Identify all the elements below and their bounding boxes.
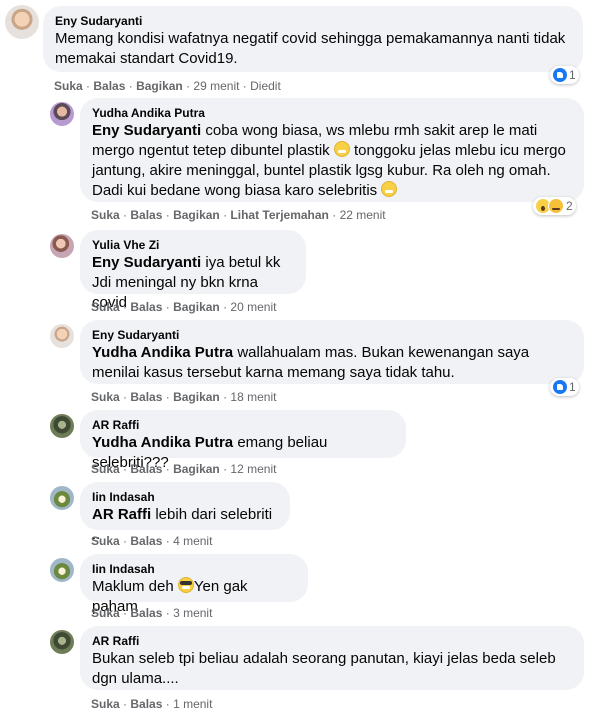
comment-actions: Suka · Balas · 1 menit bbox=[91, 697, 213, 711]
comment-actions: Suka · Balas · Bagikan · 12 menit bbox=[91, 462, 277, 476]
timestamp[interactable]: 20 menit bbox=[230, 300, 276, 314]
timestamp[interactable]: 18 menit bbox=[230, 390, 276, 404]
share-button[interactable]: Bagikan bbox=[136, 79, 183, 93]
share-button[interactable]: Bagikan bbox=[173, 300, 220, 314]
avatar[interactable] bbox=[50, 324, 74, 348]
mention-link[interactable]: Yudha Andika Putra bbox=[92, 344, 233, 361]
like-button[interactable]: Suka bbox=[91, 606, 120, 620]
like-icon bbox=[553, 68, 567, 82]
timestamp[interactable]: 4 menit bbox=[173, 534, 212, 548]
avatar[interactable] bbox=[5, 5, 39, 39]
reaction-count-value: 2 bbox=[566, 199, 573, 213]
reply-item: Yudha Andika Putra Eny Sudaryanti coba w… bbox=[0, 98, 602, 224]
reply-item: AR Raffi Yudha Andika Putra emang beliau… bbox=[0, 410, 602, 476]
comment-actions: Suka · Balas · Bagikan · Lihat Terjemaha… bbox=[91, 208, 386, 222]
grin-emoji-icon bbox=[333, 141, 350, 157]
avatar[interactable] bbox=[50, 102, 74, 126]
comment-text: Memang kondisi wafatnya negatif covid se… bbox=[55, 30, 566, 67]
reply-button[interactable]: Balas bbox=[130, 300, 162, 314]
commenter-name[interactable]: AR Raffi bbox=[92, 633, 572, 649]
comment-bubble: AR Raffi Yudha Andika Putra emang beliau… bbox=[80, 410, 406, 471]
reaction-count-value: 1 bbox=[569, 68, 576, 82]
timestamp[interactable]: 12 menit bbox=[230, 462, 276, 476]
reaction-count[interactable]: 2 bbox=[533, 197, 576, 215]
mention-link[interactable]: Yudha Andika Putra bbox=[92, 434, 233, 451]
avatar[interactable] bbox=[50, 558, 74, 582]
timestamp[interactable]: 1 menit bbox=[173, 697, 212, 711]
commenter-name[interactable]: Eny Sudaryanti bbox=[55, 13, 571, 29]
timestamp[interactable]: 29 menit bbox=[193, 79, 239, 93]
comment-bubble: Eny Sudaryanti Yudha Andika Putra wallah… bbox=[80, 320, 584, 384]
avatar[interactable] bbox=[50, 414, 74, 438]
reaction-count[interactable]: 1 bbox=[550, 378, 579, 396]
reply-button[interactable]: Balas bbox=[130, 390, 162, 404]
reply-button[interactable]: Balas bbox=[130, 606, 162, 620]
share-button[interactable]: Bagikan bbox=[173, 390, 220, 404]
like-button[interactable]: Suka bbox=[91, 390, 120, 404]
comment-actions: Suka · Balas · Bagikan · 18 menit bbox=[91, 390, 277, 404]
like-button[interactable]: Suka bbox=[54, 79, 83, 93]
mention-link[interactable]: Eny Sudaryanti bbox=[92, 254, 201, 271]
reply-item: Iin Indasah Maklum deh Yen gak paham Suk… bbox=[0, 554, 602, 620]
like-button[interactable]: Suka bbox=[91, 208, 120, 222]
comment-text: Eny Sudaryanti coba wong biasa, ws mlebu… bbox=[92, 122, 566, 199]
avatar[interactable] bbox=[50, 234, 74, 258]
share-button[interactable]: Bagikan bbox=[173, 462, 220, 476]
like-button[interactable]: Suka bbox=[91, 697, 120, 711]
reply-button[interactable]: Balas bbox=[130, 697, 162, 711]
reply-button[interactable]: Balas bbox=[130, 462, 162, 476]
sunglasses-emoji-icon bbox=[177, 577, 194, 593]
reply-item: AR Raffi Bukan seleb tpi beliau adalah s… bbox=[0, 626, 602, 714]
commenter-name[interactable]: Iin Indasah bbox=[92, 489, 278, 505]
reply-item: Yulia Vhe Zi Eny Sudaryanti iya betul kk… bbox=[0, 230, 602, 314]
timestamp[interactable]: 3 menit bbox=[173, 606, 212, 620]
comment-bubble: AR Raffi Bukan seleb tpi beliau adalah s… bbox=[80, 626, 584, 690]
timestamp[interactable]: 22 menit bbox=[340, 208, 386, 222]
comment-actions: Suka · Balas · Bagikan · 20 menit bbox=[91, 300, 277, 314]
see-translation-button[interactable]: Lihat Terjemahan bbox=[230, 208, 328, 222]
comment-text: Yudha Andika Putra wallahualam mas. Buka… bbox=[92, 344, 530, 381]
commenter-name[interactable]: Yudha Andika Putra bbox=[92, 105, 572, 121]
comment-bubble: Iin Indasah AR Raffi lebih dari selebrit… bbox=[80, 482, 290, 543]
comment-bubble: Yudha Andika Putra Eny Sudaryanti coba w… bbox=[80, 98, 584, 202]
share-button[interactable]: Bagikan bbox=[173, 208, 220, 222]
commenter-name[interactable]: Eny Sudaryanti bbox=[92, 327, 572, 343]
comment-text: Bukan seleb tpi beliau adalah seorang pa… bbox=[92, 650, 556, 687]
like-button[interactable]: Suka bbox=[91, 300, 120, 314]
reply-item: Iin Indasah AR Raffi lebih dari selebrit… bbox=[0, 482, 602, 548]
commenter-name[interactable]: Yulia Vhe Zi bbox=[92, 237, 294, 253]
comment-actions: Suka · Balas · Bagikan · 29 menit · Died… bbox=[54, 79, 281, 93]
mention-link[interactable]: AR Raffi bbox=[92, 506, 151, 523]
commenter-name[interactable]: Iin Indasah bbox=[92, 561, 296, 577]
grin-emoji-icon bbox=[381, 181, 398, 197]
like-button[interactable]: Suka bbox=[91, 462, 120, 476]
like-icon bbox=[553, 380, 567, 394]
reply-button[interactable]: Balas bbox=[130, 208, 162, 222]
avatar[interactable] bbox=[50, 486, 74, 510]
reply-button[interactable]: Balas bbox=[130, 534, 162, 548]
comment-bubble: Eny Sudaryanti Memang kondisi wafatnya n… bbox=[43, 6, 583, 72]
sad-icon bbox=[548, 198, 564, 214]
reply-item: Eny Sudaryanti Yudha Andika Putra wallah… bbox=[0, 320, 602, 408]
like-button[interactable]: Suka bbox=[91, 534, 120, 548]
comment-item: Eny Sudaryanti Memang kondisi wafatnya n… bbox=[0, 0, 602, 93]
commenter-name[interactable]: AR Raffi bbox=[92, 417, 394, 433]
mention-link[interactable]: Eny Sudaryanti bbox=[92, 122, 201, 139]
reaction-count[interactable]: 1 bbox=[550, 66, 579, 84]
avatar[interactable] bbox=[50, 630, 74, 654]
comment-actions: Suka · Balas · 4 menit bbox=[91, 534, 213, 548]
comment-actions: Suka · Balas · 3 menit bbox=[91, 606, 213, 620]
comment-bubble: Iin Indasah Maklum deh Yen gak paham bbox=[80, 554, 308, 615]
reply-button[interactable]: Balas bbox=[93, 79, 125, 93]
comment-bubble: Yulia Vhe Zi Eny Sudaryanti iya betul kk… bbox=[80, 230, 306, 311]
edited-label: Diedit bbox=[250, 79, 281, 93]
reaction-count-value: 1 bbox=[569, 380, 576, 394]
